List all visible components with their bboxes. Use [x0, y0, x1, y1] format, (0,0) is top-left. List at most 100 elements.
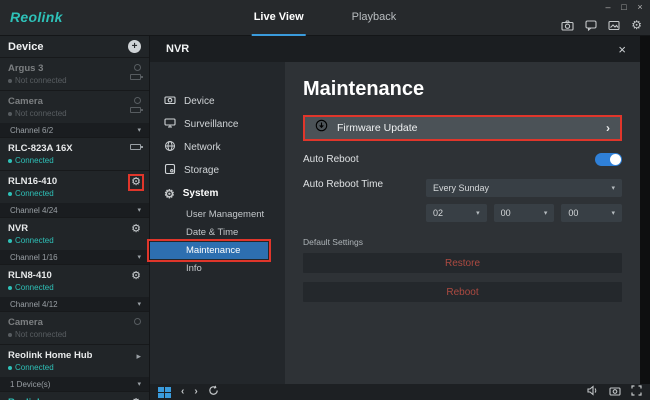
maximize-button[interactable]: □	[616, 0, 632, 13]
device-item-rlc823a[interactable]: RLC-823A 16X Connected	[0, 138, 149, 171]
snapshot-icon[interactable]	[609, 383, 621, 400]
device-item-camera2[interactable]: Camera Not connected	[0, 312, 149, 345]
auto-reboot-toggle[interactable]	[595, 153, 622, 166]
status-dot-icon	[8, 112, 12, 116]
channel-row[interactable]: 1 Device(s)▾	[0, 377, 149, 391]
device-status: Connected	[8, 362, 92, 373]
firmware-update-label: Firmware Update	[337, 122, 418, 134]
message-icon[interactable]	[585, 20, 597, 31]
next-page-icon[interactable]: ›	[194, 387, 197, 397]
status-dot-icon	[8, 239, 12, 243]
status-dot-icon	[8, 366, 12, 370]
auto-reboot-label: Auto Reboot	[303, 154, 359, 165]
device-item-home-hub[interactable]: Reolink Home Hub Connected ▸ 1 Device(s)…	[0, 345, 149, 392]
battery-icon	[130, 144, 141, 150]
battery-icon	[130, 107, 141, 113]
nav-item-storage[interactable]: Storage	[150, 159, 285, 182]
device-item-camera1[interactable]: Camera Not connected Channel 6/2▾	[0, 91, 149, 138]
chevron-down-icon: ▾	[611, 184, 615, 192]
multiview-layout-icon[interactable]	[158, 387, 171, 398]
device-settings-gear-icon[interactable]: ⚙	[131, 224, 141, 235]
device-status: Connected	[8, 282, 54, 293]
snapshot-icon[interactable]	[561, 20, 574, 31]
nav-item-surveillance[interactable]: Surveillance	[150, 113, 285, 136]
surveillance-icon	[164, 117, 176, 132]
device-item-argus3[interactable]: Argus 3 Not connected	[0, 58, 149, 91]
chevron-down-icon: ▾	[137, 380, 141, 388]
chevron-right-icon: ›	[606, 121, 610, 135]
settings-nav: Device Surveillance Network	[150, 62, 285, 384]
chevron-right-icon[interactable]: ▸	[136, 351, 141, 362]
globe-icon	[164, 140, 176, 155]
reolink-client-window: Reolink Live View Playback – □ × ⚙ Devic…	[0, 0, 650, 400]
reboot-day-select[interactable]: Every Sunday ▾	[426, 179, 622, 197]
refresh-icon[interactable]	[208, 383, 219, 400]
device-status: Connected	[8, 235, 54, 246]
chevron-down-icon: ▾	[544, 209, 548, 217]
power-icon[interactable]	[134, 97, 141, 104]
reboot-button[interactable]: Reboot	[303, 282, 622, 302]
device-item-rln8-410[interactable]: RLN8-410 Connected ⚙ Channel 4/12▾	[0, 265, 149, 312]
subnav-maintenance[interactable]: Maintenance	[150, 242, 268, 259]
device-status: Not connected	[8, 108, 67, 119]
battery-icon	[130, 74, 141, 80]
status-dot-icon	[8, 286, 12, 290]
firmware-update-icon	[315, 119, 328, 137]
device-name: RLC-823A 16X	[8, 143, 73, 155]
nvr-settings-modal: NVR × Device Surveillance	[150, 36, 640, 384]
device-item-nvr[interactable]: NVR Connected ⚙ Channel 1/16▾	[0, 218, 149, 265]
reboot-minute-select[interactable]: 00 ▾	[494, 204, 555, 222]
auto-reboot-row: Auto Reboot	[303, 153, 622, 166]
add-device-button[interactable]: +	[128, 40, 141, 53]
device-name: Camera	[8, 96, 67, 108]
chevron-down-icon: ▾	[137, 206, 141, 214]
camera-icon	[164, 94, 176, 109]
nav-item-system[interactable]: ⚙ System	[150, 182, 285, 205]
minimize-button[interactable]: –	[600, 0, 616, 13]
firmware-update-row[interactable]: Firmware Update ›	[303, 115, 622, 141]
fullscreen-icon[interactable]	[631, 383, 642, 400]
reboot-hour-select[interactable]: 02 ▾	[426, 204, 487, 222]
tab-live-view[interactable]: Live View	[252, 0, 306, 36]
page-title: Maintenance	[303, 78, 622, 101]
channel-row[interactable]: Channel 4/24▾	[0, 203, 149, 217]
status-dot-icon	[8, 192, 12, 196]
nav-item-device[interactable]: Device	[150, 90, 285, 113]
tab-playback[interactable]: Playback	[350, 0, 399, 36]
close-button[interactable]: ×	[632, 0, 648, 13]
maintenance-panel: Maintenance Firmware Update › Auto Reboo…	[285, 62, 640, 384]
nav-item-network[interactable]: Network	[150, 136, 285, 159]
chevron-down-icon: ▾	[137, 126, 141, 134]
volume-icon[interactable]	[587, 383, 599, 400]
channel-row[interactable]: Channel 6/2▾	[0, 123, 149, 137]
power-icon[interactable]	[134, 64, 141, 71]
power-icon[interactable]	[134, 318, 141, 325]
modal-close-icon[interactable]: ×	[618, 43, 626, 56]
channel-row[interactable]: Channel 1/16▾	[0, 250, 149, 264]
capture-icon[interactable]	[608, 20, 620, 31]
device-status: Connected	[8, 188, 57, 199]
subnav-info[interactable]: Info	[150, 260, 285, 277]
restore-button[interactable]: Restore	[303, 253, 622, 273]
auto-reboot-time-row: Auto Reboot Time Every Sunday ▾ 02	[303, 179, 622, 222]
device-name: RLN8-410	[8, 270, 54, 282]
status-dot-icon	[8, 79, 12, 83]
device-name: Reolink Home Hub	[8, 350, 92, 362]
prev-page-icon[interactable]: ‹	[181, 387, 184, 397]
chevron-down-icon: ▾	[137, 253, 141, 261]
subnav-user-management[interactable]: User Management	[150, 206, 285, 223]
device-settings-gear-icon[interactable]: ⚙	[131, 177, 141, 188]
device-item-partial[interactable]: Reolink Connected ⚙	[0, 392, 149, 400]
channel-row[interactable]: Channel 4/12▾	[0, 297, 149, 311]
settings-gear-icon[interactable]: ⚙	[631, 19, 642, 31]
device-name: RLN16-410	[8, 176, 57, 188]
subnav-date-time[interactable]: Date & Time	[150, 224, 285, 241]
chevron-down-icon: ▾	[612, 209, 616, 217]
sidebar-header: Device +	[0, 36, 149, 58]
status-dot-icon	[8, 159, 12, 163]
device-settings-gear-icon[interactable]: ⚙	[131, 271, 141, 282]
device-sidebar: Device + Argus 3 Not connected	[0, 36, 150, 400]
storage-disk-icon	[164, 163, 176, 178]
reboot-second-select[interactable]: 00 ▾	[561, 204, 622, 222]
device-item-rln16-410[interactable]: RLN16-410 Connected ⚙ Channel 4/24▾	[0, 171, 149, 218]
